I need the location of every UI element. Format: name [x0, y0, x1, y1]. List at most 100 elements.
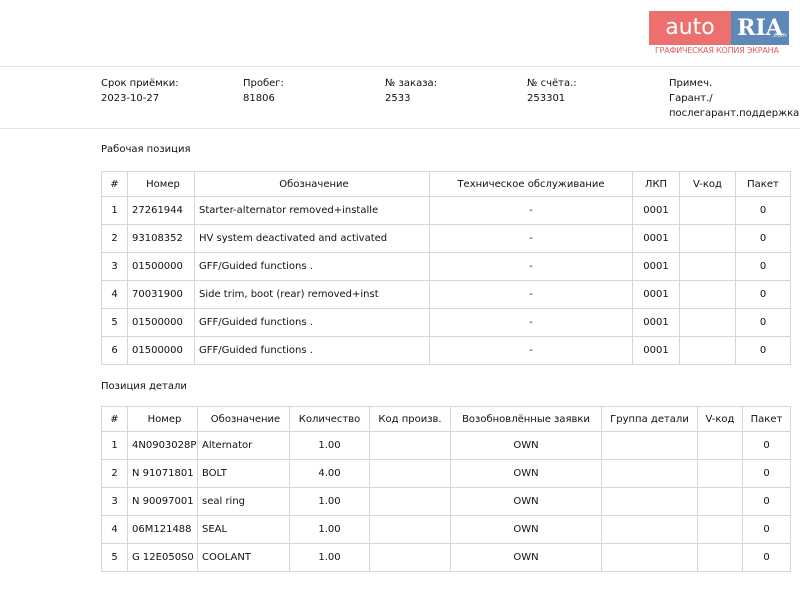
cell: -: [429, 224, 633, 253]
cell: 0: [742, 487, 791, 516]
table-row: 3 01500000 GFF/Guided functions . - 0001…: [101, 252, 791, 281]
cell: [601, 515, 698, 544]
cell: Alternator: [197, 431, 290, 460]
meta-label: № заказа:: [385, 78, 438, 89]
cell: [369, 543, 451, 572]
cell: 0: [735, 196, 791, 225]
meta-label: № счёта.:: [527, 78, 577, 89]
cell: 1: [101, 431, 128, 460]
work-positions-table: # Номер Обозначение Техническое обслужив…: [101, 171, 791, 365]
cell: OWN: [450, 543, 602, 572]
col-header: Возобновлённые заявки: [450, 406, 602, 432]
parts-section-title: Позиция детали: [101, 381, 187, 392]
cell: 0: [735, 224, 791, 253]
cell: OWN: [450, 515, 602, 544]
cell: [601, 543, 698, 572]
work-section-title: Рабочая позиция: [101, 144, 191, 155]
col-header: Обозначение: [197, 406, 290, 432]
table-row: 4 06M121488 SEAL 1.00 OWN 0: [101, 515, 791, 544]
cell: [679, 308, 736, 337]
meta-invoice-number: № счёта.: 253301: [527, 76, 577, 106]
col-header: V-код: [697, 406, 743, 432]
cell: 01500000: [127, 336, 195, 365]
table-row: 6 01500000 GFF/Guided functions . - 0001…: [101, 336, 791, 365]
cell: GFF/Guided functions .: [194, 308, 430, 337]
cell: [369, 459, 451, 488]
cell: GFF/Guided functions .: [194, 336, 430, 365]
cell: -: [429, 308, 633, 337]
cell: 4N0903028P: [127, 431, 198, 460]
cell: 4: [101, 280, 128, 309]
cell: 0001: [632, 336, 680, 365]
cell: 4: [101, 515, 128, 544]
cell: -: [429, 336, 633, 365]
order-meta: Срок приёмки: 2023-10-27 Пробег: 81806 №…: [0, 76, 800, 119]
cell: 1.00: [289, 431, 370, 460]
cell: 6: [101, 336, 128, 365]
cell: BOLT: [197, 459, 290, 488]
cell: 2: [101, 459, 128, 488]
cell: [369, 431, 451, 460]
col-header: Обозначение: [194, 171, 430, 197]
cell: [601, 487, 698, 516]
cell: [697, 515, 743, 544]
cell: 0: [742, 431, 791, 460]
col-header: V-код: [679, 171, 736, 197]
cell: 1: [101, 196, 128, 225]
cell: [601, 431, 698, 460]
table-row: 2 93108352 HV system deactivated and act…: [101, 224, 791, 253]
cell: 0: [735, 252, 791, 281]
col-header: Пакет: [735, 171, 791, 197]
col-header: ЛКП: [632, 171, 680, 197]
cell: 06M121488: [127, 515, 198, 544]
table-row: 1 27261944 Starter-alternator removed+in…: [101, 196, 791, 225]
cell: 0001: [632, 280, 680, 309]
meta-value: Гарант./: [669, 93, 713, 104]
cell: [697, 459, 743, 488]
meta-label: Пробег:: [243, 78, 284, 89]
cell: Starter-alternator removed+installe: [194, 196, 430, 225]
cell: 0: [742, 515, 791, 544]
meta-value: 81806: [243, 93, 275, 104]
cell: seal ring: [197, 487, 290, 516]
meta-value: 2023-10-27: [101, 93, 160, 104]
cell: N 91071801: [127, 459, 198, 488]
cell: 0: [742, 459, 791, 488]
cell: 01500000: [127, 252, 195, 281]
table-row: 1 4N0903028P Alternator 1.00 OWN 0: [101, 431, 791, 460]
table-row: 4 70031900 Side trim, boot (rear) remove…: [101, 280, 791, 309]
col-header: Техническое обслуживание: [429, 171, 633, 197]
watermark-caption: ГРАФИЧЕСКАЯ КОПИЯ ЭКРАНА: [655, 46, 779, 55]
cell: OWN: [450, 459, 602, 488]
cell: [369, 487, 451, 516]
cell: 0001: [632, 308, 680, 337]
meta-note: Примеч. Гарант./ послегарант.поддержка: [669, 76, 799, 121]
cell: [679, 196, 736, 225]
watermark-com: .com: [772, 32, 787, 39]
cell: [697, 543, 743, 572]
cell: OWN: [450, 431, 602, 460]
table-header-row: # Номер Обозначение Техническое обслужив…: [101, 171, 791, 197]
cell: SEAL: [197, 515, 290, 544]
cell: 5: [101, 308, 128, 337]
meta-value: 2533: [385, 93, 411, 104]
cell: GFF/Guided functions .: [194, 252, 430, 281]
cell: Side trim, boot (rear) removed+inst: [194, 280, 430, 309]
table-row: 5 G 12E050S0 COOLANT 1.00 OWN 0: [101, 543, 791, 572]
cell: N 90097001: [127, 487, 198, 516]
cell: 0: [742, 543, 791, 572]
cell: HV system deactivated and activated: [194, 224, 430, 253]
meta-label: Срок приёмки:: [101, 78, 179, 89]
cell: 93108352: [127, 224, 195, 253]
meta-mileage: Пробег: 81806: [243, 76, 284, 106]
cell: G 12E050S0: [127, 543, 198, 572]
cell: [601, 459, 698, 488]
cell: [697, 431, 743, 460]
cell: -: [429, 252, 633, 281]
cell: [679, 336, 736, 365]
watermark-auto: auto: [649, 11, 731, 45]
cell: 1.00: [289, 515, 370, 544]
col-header: Количество: [289, 406, 370, 432]
cell: [679, 280, 736, 309]
table-row: 3 N 90097001 seal ring 1.00 OWN 0: [101, 487, 791, 516]
